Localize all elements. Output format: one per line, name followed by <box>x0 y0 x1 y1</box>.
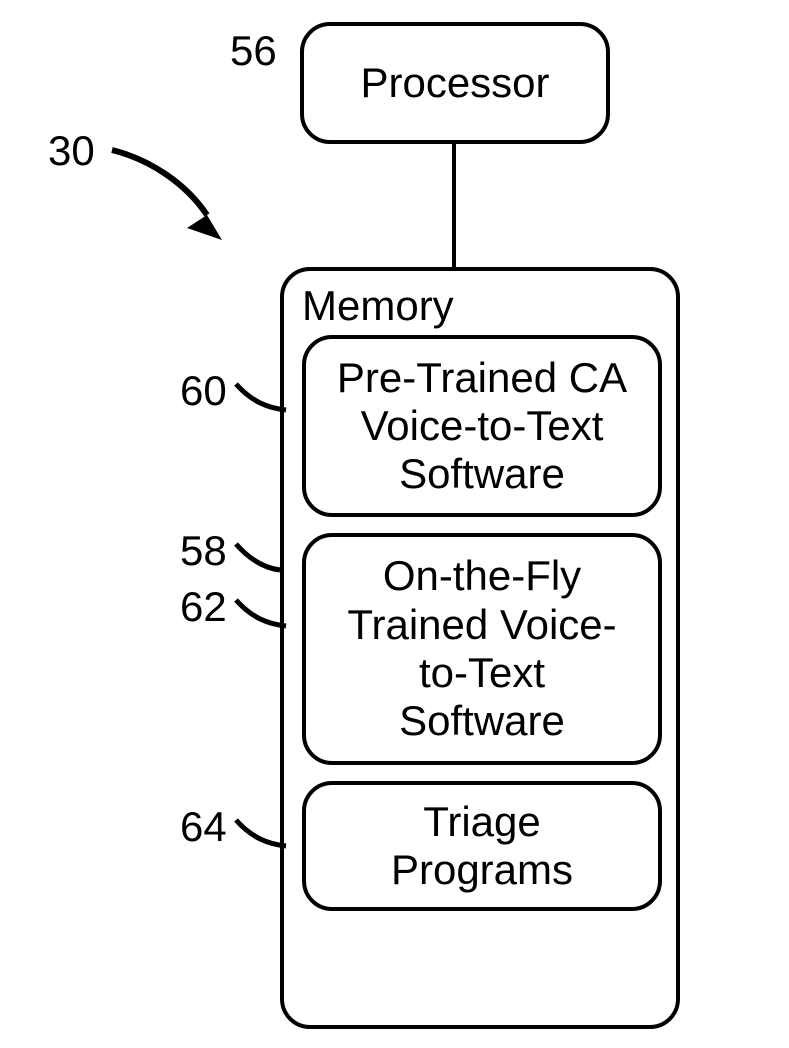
processor-box: Processor <box>300 22 610 144</box>
lead-58-icon <box>232 538 286 578</box>
arrow-icon <box>92 130 242 250</box>
processor-label: Processor <box>360 59 549 107</box>
memory-item-64-label: Triage Programs <box>391 798 573 895</box>
memory-item-60: Pre-Trained CA Voice-to-Text Software <box>302 335 662 517</box>
memory-item-60-label: Pre-Trained CA Voice-to-Text Software <box>337 354 627 499</box>
ref-56: 56 <box>230 30 277 72</box>
memory-title: Memory <box>302 285 454 327</box>
ref-60: 60 <box>180 370 227 412</box>
memory-item-62-label: On-the-Fly Trained Voice- to-Text Softwa… <box>347 552 616 745</box>
ref-30: 30 <box>48 130 95 172</box>
lead-64-icon <box>232 814 290 854</box>
diagram-canvas: 30 Processor 56 Memory Pre-Trained CA Vo… <box>0 0 789 1048</box>
ref-64: 64 <box>180 806 227 848</box>
ref-62: 62 <box>180 586 227 628</box>
lead-60-icon <box>232 378 290 418</box>
memory-item-62: On-the-Fly Trained Voice- to-Text Softwa… <box>302 533 662 765</box>
ref-58: 58 <box>180 530 227 572</box>
memory-box: Memory Pre-Trained CA Voice-to-Text Soft… <box>280 267 680 1029</box>
connector-processor-memory <box>452 144 456 267</box>
memory-item-64: Triage Programs <box>302 781 662 911</box>
lead-62-icon <box>232 594 290 634</box>
